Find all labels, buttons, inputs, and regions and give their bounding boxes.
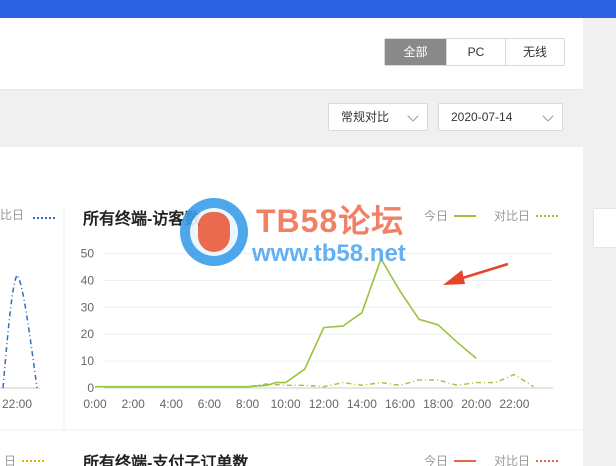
y-tick-label: 10 [81,354,95,368]
visitors-grid [104,252,553,389]
watermark-logo-icon [180,198,248,266]
y-tick-label: 40 [81,273,95,287]
arrow-shaft [455,262,509,282]
series-line-compare [95,373,534,388]
watermark: TB58论坛 www.tb58.net [180,196,440,268]
left-series-line [2,273,38,389]
legend-today-swatch [454,214,477,217]
visitors-y-ticks: 0 10 20 30 40 50 [81,246,95,395]
x-tick-label: 2:00 [121,397,145,411]
orders-legend: 今日 对比日 [424,452,559,466]
visitors-series [95,258,534,388]
left-chart-fragment: 22:00 [0,273,40,411]
left-bottom-legend-swatch [22,459,45,462]
x-tick-label: 20:00 [461,397,491,411]
x-tick-label: 14:00 [347,397,377,411]
hand-icon [198,212,230,252]
arrow-head [443,270,465,285]
left-legend-text: 比日 [0,208,25,222]
orders-legend-compare-label: 对比日 [494,454,531,466]
orders-chart-title: 所有终端-支付子订单数 [83,455,249,466]
watermark-title: TB58论坛 [256,203,405,239]
x-tick-label: 16:00 [385,397,415,411]
left-legend-dash [33,217,56,219]
left-x-tick-label: 22:00 [2,397,32,411]
left-bottom-legend-text: 日 [4,454,17,466]
x-tick-label: 12:00 [309,397,339,411]
series-line-today [95,258,477,388]
left-chart-legend: 比日 [0,206,56,223]
x-tick-label: 10:00 [271,397,301,411]
x-tick-label: 6:00 [198,397,222,411]
x-tick-label: 8:00 [236,397,260,411]
y-tick-label: 0 [87,381,94,395]
x-tick-label: 22:00 [499,397,529,411]
annotation-arrow [443,262,509,285]
y-tick-label: 20 [81,327,95,341]
x-tick-label: 4:00 [160,397,184,411]
x-tick-label: 0:00 [83,397,107,411]
legend-compare-swatch [536,214,559,217]
watermark-url: www.tb58.net [252,240,406,267]
orders-legend-compare-swatch [536,459,559,462]
visitors-x-ticks: 0:00 2:00 4:00 6:00 8:00 10:00 12:00 14:00 16:00… [83,397,529,411]
orders-legend-today-swatch [454,459,477,462]
x-tick-label: 18:00 [423,397,453,411]
left-bottom-legend: 日 [4,452,45,466]
orders-legend-today-label: 今日 [424,454,449,466]
visitors-legend: 今日 对比日 [424,207,559,224]
legend-compare-label: 对比日 [494,209,531,223]
y-tick-label: 30 [81,300,95,314]
y-tick-label: 50 [81,246,95,260]
